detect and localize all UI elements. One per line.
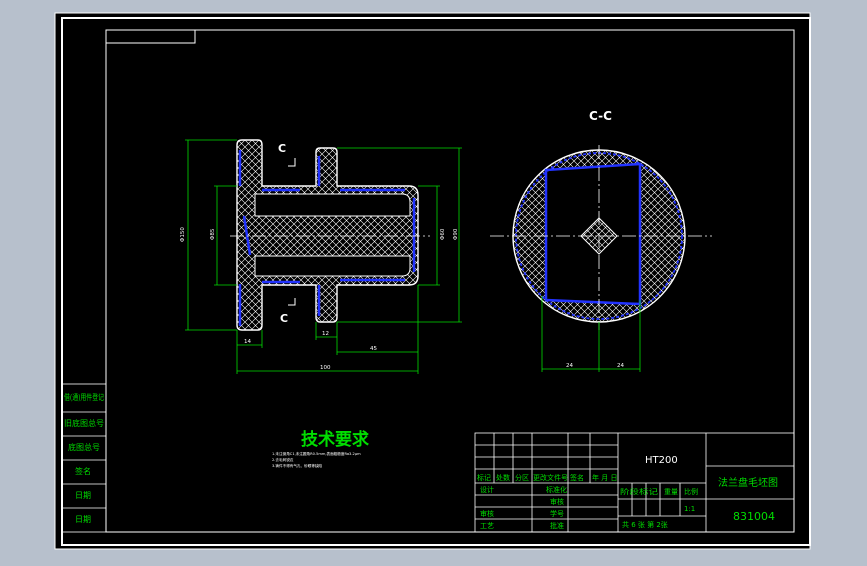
change-hdr-6: 年 月 日: [592, 473, 617, 482]
dim-flange-thickness: 14: [244, 339, 251, 345]
role-approve: 批准: [550, 521, 564, 530]
part-name: 法兰盘毛坯图: [718, 476, 778, 489]
role-process: 工艺: [480, 522, 494, 530]
drawing-canvas: C C Φ150 Φ85 Φ60 Φ90 14 12 45 100 C-C 24…: [54, 12, 811, 550]
change-hdr-2: 处数: [496, 473, 510, 482]
section-mark-bottom: C: [280, 312, 288, 325]
lower-cavity: [254, 255, 411, 277]
side-row-3: 底图总号: [68, 442, 100, 452]
change-hdr-1: 标记: [477, 473, 491, 482]
drawing-number: 831004: [733, 510, 775, 523]
dim-hub-height: Φ85: [210, 228, 216, 240]
change-hdr-3: 分区: [515, 473, 529, 482]
tech-note-1: 1.未注倒角C1,未注圆角R0.5mm,表面粗糙度Ra3.2μm: [272, 451, 361, 456]
role-std: 标准化: [546, 485, 567, 494]
side-row-6: 日期: [75, 515, 91, 524]
role-review: 审核: [480, 509, 494, 518]
dim-section-left: 24: [566, 363, 573, 369]
cad-viewport[interactable]: C C Φ150 Φ85 Φ60 Φ90 14 12 45 100 C-C 24…: [0, 0, 867, 562]
dim-section-right: 24: [617, 363, 624, 369]
dim-inner-flange: 12: [322, 331, 329, 337]
tech-title: 技术要求: [301, 429, 369, 450]
side-row-5: 日期: [75, 491, 91, 500]
weight-label: 重量: [664, 488, 678, 496]
dim-overall-length: 100: [320, 365, 331, 371]
scale-label: 比例: [684, 487, 698, 496]
section-mark-top: C: [278, 142, 286, 155]
stage-mark: 阶段标记: [620, 487, 658, 496]
drawing-sheet: [54, 12, 811, 550]
side-row-2: 旧底图总号: [64, 418, 104, 428]
dim-overall-height: Φ150: [180, 227, 186, 242]
role-student-no: 学号: [550, 509, 564, 518]
section-view-label: C-C: [589, 109, 612, 123]
role-check: 审核: [550, 497, 564, 506]
material: HT200: [645, 455, 678, 466]
role-design: 设计: [480, 485, 494, 494]
dim-right-inner: Φ60: [440, 228, 446, 240]
scale-value: 1:1: [684, 505, 695, 513]
sheet-info: 共 6 张 第 2张: [622, 520, 668, 529]
tech-note-2: 2.去毛刺锐边: [272, 457, 294, 462]
upper-cavity: [254, 193, 411, 217]
side-row-4: 签名: [75, 466, 91, 476]
dim-right-outer: Φ90: [453, 228, 459, 240]
dim-hub-length: 45: [370, 346, 377, 352]
change-hdr-4: 更改文件号: [533, 473, 568, 482]
change-hdr-5: 签名: [570, 473, 584, 482]
tech-note-3: 3.铸件不得有气孔、砂眼等缺陷: [272, 463, 323, 468]
side-row-1: 借(通)用件登记: [64, 392, 104, 402]
